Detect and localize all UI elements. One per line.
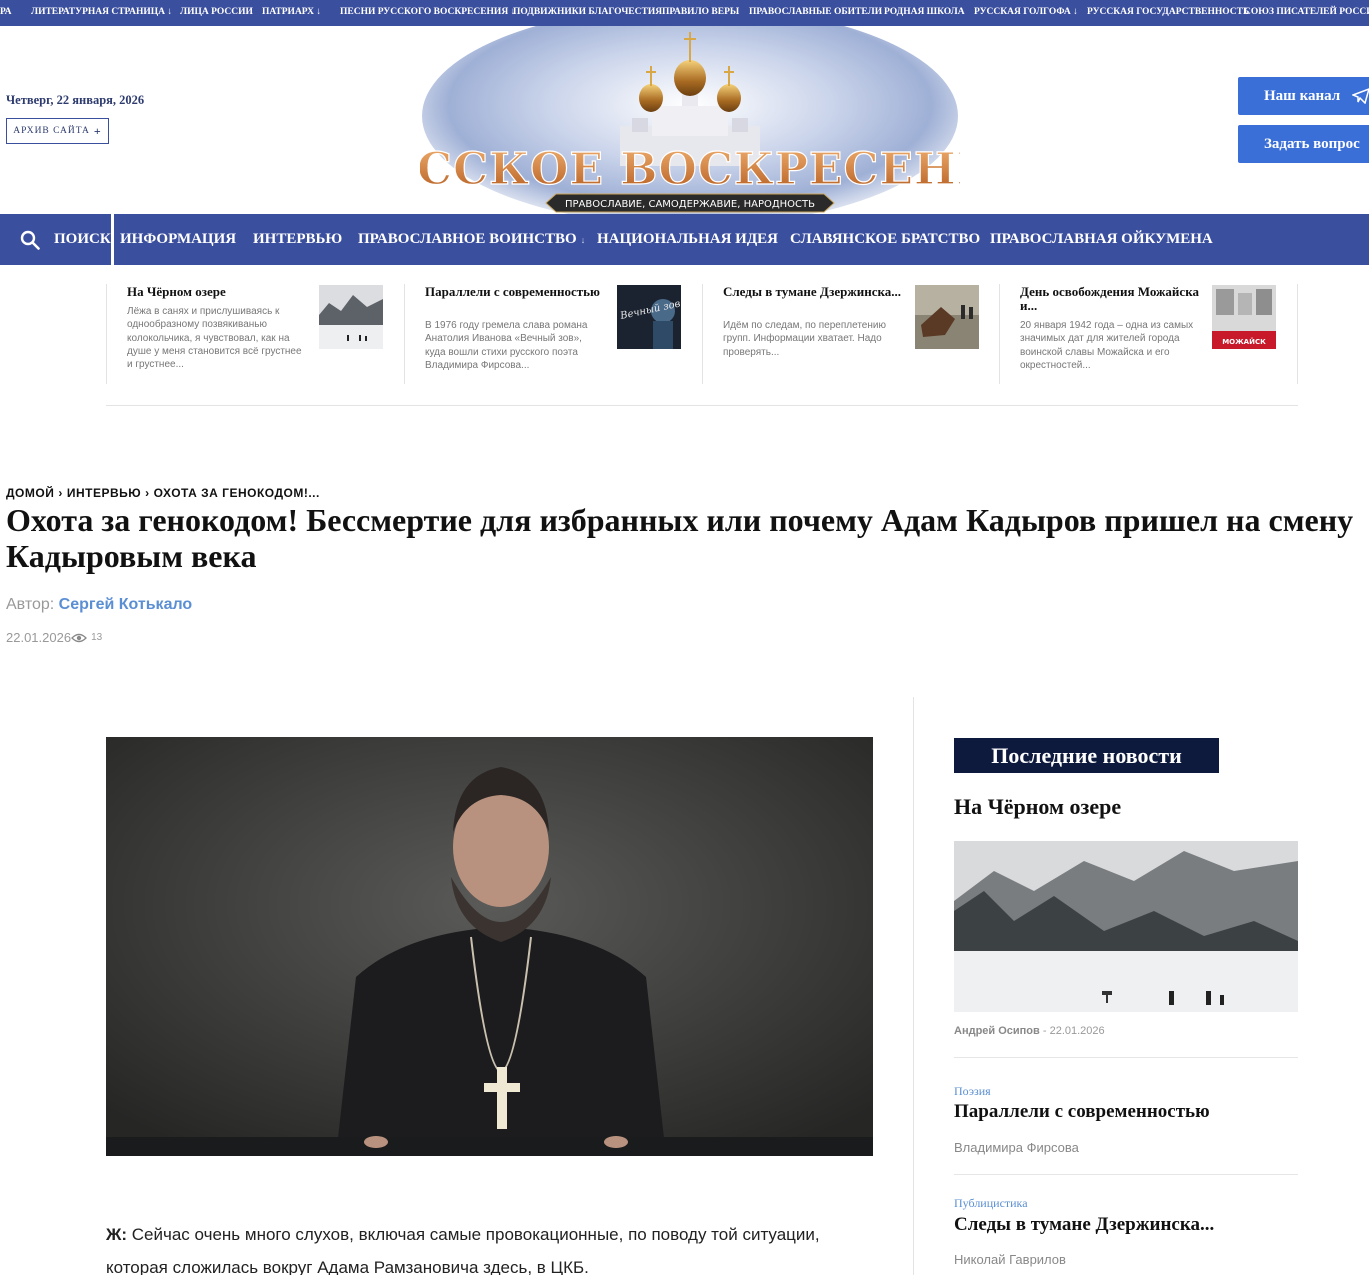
card-thumbnail[interactable]: Вечный зов xyxy=(617,285,681,349)
logo-image: РУССКОЕ ВОСКРЕСЕНИЕ ПРАВОСЛАВИЕ, САМОДЕР… xyxy=(346,6,1033,226)
carousel-divider xyxy=(106,405,1298,406)
current-date: Четверг, 22 января, 2026 xyxy=(6,93,145,107)
archive-button[interactable]: АРХИВ САЙТА + xyxy=(6,118,109,144)
arrow-down-icon: ↓ xyxy=(167,7,173,17)
nav-divider xyxy=(111,214,114,265)
site-logo[interactable]: РУССКОЕ ВОСКРЕСЕНИЕ ПРАВОСЛАВИЕ, САМОДЕР… xyxy=(346,6,1033,226)
card-title[interactable]: На Чёрном озере xyxy=(127,285,309,299)
card-thumbnail[interactable] xyxy=(915,285,979,349)
sidebar-category[interactable]: Поэзия xyxy=(954,1084,991,1099)
sidebar-separator xyxy=(954,1057,1298,1058)
article-paragraph: Ж: Сейчас очень много слухов, включая са… xyxy=(106,1218,873,1275)
breadcrumb-home[interactable]: ДОМОЙ xyxy=(6,486,54,500)
nav-item-orthodox-oikumene[interactable]: ПРАВОСЛАВНАЯ ОЙКУМЕНА xyxy=(990,214,1213,265)
sidebar-category[interactable]: Публицистика xyxy=(954,1196,1028,1211)
sidebar-item-title[interactable]: Следы в тумане Дзержинска... xyxy=(954,1214,1214,1236)
breadcrumb-current: ОХОТА ЗА ГЕНОКОДОМ!... xyxy=(153,486,320,500)
sidebar-top-title[interactable]: На Чёрном озере xyxy=(954,794,1121,820)
card-title[interactable]: День освобождения Можайска и... xyxy=(1020,285,1202,313)
main-navigation: ПОИСК ИНФОРМАЦИЯ ИНТЕРВЬЮ ПРАВОСЛАВНОЕ В… xyxy=(0,214,1369,265)
view-count: 13 xyxy=(91,632,103,643)
card-title[interactable]: Следы в тумане Дзержинска... xyxy=(723,285,905,299)
nav-item-slavic-brotherhood[interactable]: СЛАВЯНСКОЕ БРАТСТВО xyxy=(790,214,980,265)
paragraph-text: Сейчас очень много слухов, включая самые… xyxy=(106,1225,820,1275)
card-excerpt: В 1976 году гремела слава романа Анатоли… xyxy=(425,320,588,371)
ask-button-label: Задать вопрос xyxy=(1264,135,1360,152)
arrow-down-icon: ↓ xyxy=(580,235,586,245)
sidebar-divider xyxy=(913,697,914,1275)
sidebar-item-author[interactable]: Николай Гаврилов xyxy=(954,1252,1066,1267)
topnav-item-songs[interactable]: ПЕСНИ РУССКОГО ВОСКРЕСЕНИЯ ↓ xyxy=(340,0,515,26)
author-prefix: Автор: xyxy=(6,596,55,613)
sidebar-top-meta: Андрей Осипов - 22.01.2026 xyxy=(954,1025,1105,1037)
carousel-card[interactable]: На Чёрном озере Лёжа в санях и прислушив… xyxy=(106,284,404,384)
topnav-item-faces-of-russia[interactable]: ЛИЦА РОССИИ xyxy=(180,0,253,26)
carousel-card[interactable]: Следы в тумане Дзержинска... Идём по сле… xyxy=(702,284,1000,384)
svg-text:ПРАВОСЛАВИЕ, САМОДЕРЖАВИЕ, НАР: ПРАВОСЛАВИЕ, САМОДЕРЖАВИЕ, НАРОДНОСТЬ xyxy=(565,199,815,210)
topnav-item-rule-of-faith[interactable]: ПРАВИЛО ВЕРЫ xyxy=(662,0,739,26)
topnav-item-russian-golgotha[interactable]: РУССКАЯ ГОЛГОФА ↓ xyxy=(974,0,1078,26)
telegram-icon xyxy=(1352,88,1369,104)
breadcrumb-separator: › xyxy=(145,486,150,500)
sidebar-heading: Последние новости xyxy=(954,738,1219,773)
carousel-card[interactable]: День освобождения Можайска и... 20 январ… xyxy=(999,284,1298,384)
svg-text:РУССКОЕ ВОСКРЕСЕНИЕ: РУССКОЕ ВОСКРЕСЕНИЕ xyxy=(420,144,960,195)
topnav-item-literary-page[interactable]: ЛИТЕРАТУРНАЯ СТРАНИЦА ↓ xyxy=(31,0,172,26)
svg-text:МОЖАЙСК: МОЖАЙСК xyxy=(1222,337,1266,346)
sidebar-separator xyxy=(954,1174,1298,1175)
card-thumbnail[interactable] xyxy=(319,285,383,349)
ask-question-button[interactable]: Задать вопрос xyxy=(1238,125,1369,163)
breadcrumb-interview[interactable]: ИНТЕРВЬЮ xyxy=(67,486,141,500)
sidebar-item-title[interactable]: Параллели с современностью xyxy=(954,1101,1210,1123)
carousel-card[interactable]: Параллели с современностью В 1976 году г… xyxy=(404,284,702,384)
article-main-image xyxy=(106,737,873,1156)
top-navigation-bar: РА ЛИТЕРАТУРНАЯ СТРАНИЦА ↓ ЛИЦА РОССИИ П… xyxy=(0,0,1369,26)
author-link[interactable]: Сергей Котькало xyxy=(59,596,193,613)
nav-item-national-idea[interactable]: НАЦИОНАЛЬНАЯ ИДЕЯ xyxy=(597,214,778,265)
nav-item-information[interactable]: ИНФОРМАЦИЯ xyxy=(120,214,236,265)
arrow-down-icon: ↓ xyxy=(1073,7,1078,17)
eye-icon xyxy=(71,633,87,642)
arrow-down-icon: ↓ xyxy=(316,7,322,17)
topnav-item-writers-union[interactable]: СОЮЗ ПИСАТЕЛЕЙ РОССИИ xyxy=(1244,0,1369,26)
search-icon[interactable] xyxy=(20,230,40,250)
article-title: Охота за генокодом! Бессмертие для избра… xyxy=(6,502,1354,574)
topnav-item-monasteries[interactable]: ПРАВОСЛАВНЫЕ ОБИТЕЛИ xyxy=(749,0,882,26)
article-date: 22.01.2026 xyxy=(6,630,72,645)
our-channel-button[interactable]: Наш канал xyxy=(1238,77,1369,115)
sidebar-top-date: - 22.01.2026 xyxy=(1042,1025,1105,1037)
breadcrumb-separator: › xyxy=(58,486,63,500)
topnav-item-patriarch[interactable]: ПАТРИАРХ ↓ xyxy=(262,0,321,26)
sidebar-top-image[interactable] xyxy=(954,841,1298,1012)
topnav-item-native-school[interactable]: РОДНАЯ ШКОЛА xyxy=(884,0,965,26)
sidebar-top-author[interactable]: Андрей Осипов xyxy=(954,1025,1040,1037)
plus-icon: + xyxy=(93,123,102,138)
card-excerpt: 20 января 1942 года – одна из самых знач… xyxy=(1020,320,1194,371)
speaker-label: Ж: xyxy=(106,1225,128,1244)
card-excerpt: Идём по следам, по переплетению групп. И… xyxy=(723,320,886,358)
topnav-item-ascetics[interactable]: ПОДВИЖНИКИ БЛАГОЧЕСТИЯ xyxy=(513,0,662,26)
card-excerpt: Лёжа в санях и прислушиваясь к однообраз… xyxy=(127,306,302,371)
search-link[interactable]: ПОИСК xyxy=(54,214,111,265)
article-meta: 22.01.2026 13 xyxy=(6,630,102,645)
channel-button-label: Наш канал xyxy=(1264,87,1341,104)
card-title[interactable]: Параллели с современностью xyxy=(425,285,607,299)
topnav-item-statehood[interactable]: РУССКАЯ ГОСУДАРСТВЕННОСТЬ xyxy=(1087,0,1249,26)
topnav-item-partial[interactable]: РА xyxy=(0,0,11,26)
article-author: Автор: Сергей Котькало xyxy=(6,596,192,614)
nav-item-interview[interactable]: ИНТЕРВЬЮ xyxy=(253,214,342,265)
breadcrumb: ДОМОЙ › ИНТЕРВЬЮ › ОХОТА ЗА ГЕНОКОДОМ!... xyxy=(6,486,320,500)
sidebar-item-author[interactable]: Владимира Фирсова xyxy=(954,1140,1079,1155)
card-thumbnail[interactable]: МОЖАЙСК xyxy=(1212,285,1276,349)
archive-label: АРХИВ САЙТА xyxy=(13,126,90,136)
nav-item-orthodox-army[interactable]: ПРАВОСЛАВНОЕ ВОИНСТВО ↓ xyxy=(358,214,585,265)
